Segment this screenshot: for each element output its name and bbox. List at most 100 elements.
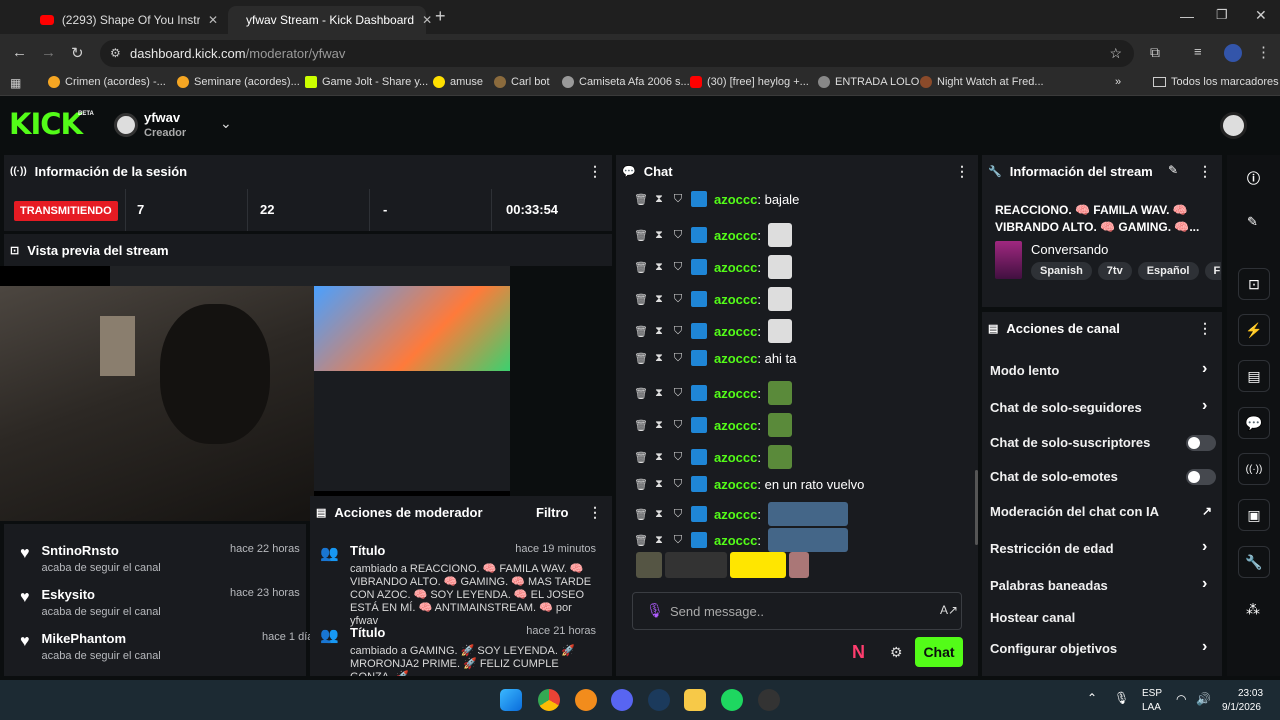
chat-username[interactable]: azoccc (714, 192, 757, 207)
hourglass-icon[interactable]: ⧗ (653, 508, 665, 521)
forward-icon[interactable]: → (41, 44, 56, 61)
chevron-right-icon[interactable]: › (1202, 397, 1207, 415)
hourglass-icon[interactable]: ⧗ (653, 534, 665, 547)
chevron-right-icon[interactable]: › (1202, 538, 1207, 556)
toggle-switch[interactable] (1186, 435, 1216, 451)
site-info-icon[interactable]: ⚙ (110, 46, 121, 60)
chat-toggle-button[interactable]: 💬 (1238, 407, 1270, 439)
window-close-icon[interactable]: ✕ (1255, 7, 1267, 24)
category-name[interactable]: Conversando (1031, 242, 1108, 257)
more-options-icon[interactable]: ⋮ (1198, 320, 1212, 337)
channel-action-5[interactable]: Moderación del chat con IA (990, 504, 1159, 519)
more-options-icon[interactable]: ⋮ (1198, 163, 1212, 180)
bookmark-item[interactable]: Game Jolt - Share y... (305, 76, 428, 88)
bookmark-item[interactable]: Seminare (acordes)... (177, 76, 300, 88)
bookmark-item[interactable]: amuse (433, 76, 483, 88)
reload-icon[interactable]: ↻ (71, 44, 84, 62)
bookmark-item[interactable]: ENTRADA LOLO (818, 76, 919, 88)
clock-time[interactable]: 23:03 (1238, 688, 1263, 699)
external-link-icon[interactable]: ↗ (1202, 504, 1212, 518)
user-avatar[interactable] (1220, 112, 1247, 139)
pencil-icon[interactable]: ✎ (1247, 214, 1258, 230)
emote-image[interactable] (730, 552, 786, 578)
channel-action-8[interactable]: Hostear canal (990, 610, 1075, 625)
shield-icon[interactable]: ⛉ (672, 229, 684, 242)
file-explorer-icon[interactable] (684, 689, 706, 711)
shield-icon[interactable]: ⛉ (672, 193, 684, 206)
tag[interactable]: 7tv (1097, 262, 1132, 280)
filter-button[interactable]: Filtro (536, 505, 569, 520)
channel-action-7[interactable]: Palabras baneadas (990, 578, 1108, 593)
preview-toggle-button[interactable]: ⊡ (1238, 268, 1270, 300)
hourglass-icon[interactable]: ⧗ (653, 229, 665, 242)
media-icon[interactable]: ≡ (1194, 44, 1202, 59)
trash-icon[interactable]: 🗑 (634, 229, 648, 242)
chevron-right-icon[interactable]: › (1202, 638, 1207, 656)
bookmark-item[interactable]: Carl bot (494, 76, 550, 88)
chat-username[interactable]: azoccc (714, 260, 757, 275)
bookmark-item[interactable]: Camiseta Afa 2006 s... (562, 76, 690, 88)
tag[interactable]: Spanish (1031, 262, 1092, 280)
apps-grid-icon[interactable]: ▦ (10, 76, 21, 90)
trash-icon[interactable]: 🗑 (634, 325, 648, 338)
chat-username[interactable]: azoccc (714, 450, 757, 465)
trash-icon[interactable]: 🗑 (634, 508, 648, 521)
channel-action-1[interactable]: Modo lento (990, 363, 1059, 378)
channel-action-3[interactable]: Chat de solo-suscriptores (990, 435, 1150, 450)
discord-icon[interactable] (611, 689, 633, 711)
mod-log-button[interactable]: ▤ (1238, 360, 1270, 392)
close-icon[interactable]: ✕ (422, 13, 432, 27)
shield-icon[interactable]: ⛉ (672, 451, 684, 464)
more-options-icon[interactable]: ⋮ (588, 504, 602, 521)
add-widget-icon[interactable]: ⁂ (1246, 601, 1260, 618)
chat-username[interactable]: azoccc (714, 351, 757, 366)
stream-info-toggle-button[interactable]: 🔧 (1238, 546, 1270, 578)
maximize-icon[interactable]: ❐ (1216, 7, 1228, 23)
nightbot-icon[interactable]: N (852, 642, 865, 663)
trash-icon[interactable]: 🗑 (634, 293, 648, 306)
steam-icon[interactable] (648, 689, 670, 711)
chat-username[interactable]: azoccc (714, 477, 757, 492)
address-bar[interactable]: ⚙ dashboard.kick.com/moderator/yfwav ☆ (100, 40, 1134, 67)
windows-start-icon[interactable] (500, 689, 522, 711)
keyboard-lang[interactable]: ESP (1142, 688, 1162, 699)
tab-youtube[interactable]: (2293) Shape Of You Instrumen ✕ (30, 6, 228, 34)
hourglass-icon[interactable]: ⧗ (653, 451, 665, 464)
channel-action-6[interactable]: Restricción de edad (990, 541, 1114, 556)
microphone-icon[interactable]: 🎙 (646, 602, 664, 619)
trash-icon[interactable]: 🗑 (634, 534, 648, 547)
chat-username[interactable]: azoccc (714, 418, 757, 433)
layout-button[interactable]: ▣ (1238, 499, 1270, 531)
all-bookmarks-folder[interactable]: Todos los marcadores (1153, 76, 1279, 88)
quick-actions-button[interactable]: ⚡ (1238, 314, 1270, 346)
chevron-right-icon[interactable]: › (1202, 575, 1207, 593)
gear-icon[interactable]: ⚙ (890, 644, 903, 661)
trash-icon[interactable]: 🗑 (634, 478, 648, 491)
channel-action-9[interactable]: Configurar objetivos (990, 641, 1117, 656)
new-tab-button[interactable]: + (435, 6, 446, 27)
trash-icon[interactable]: 🗑 (634, 193, 648, 206)
close-icon[interactable]: ✕ (208, 13, 218, 27)
browser-menu-icon[interactable]: ⋮ (1256, 43, 1271, 61)
hourglass-icon[interactable]: ⧗ (653, 478, 665, 491)
hourglass-icon[interactable]: ⧗ (653, 387, 665, 400)
emote-image[interactable] (789, 552, 809, 578)
kick-logo[interactable]: KICK (9, 107, 83, 141)
trash-icon[interactable]: 🗑 (634, 451, 648, 464)
chat-send-button[interactable]: Chat (915, 637, 963, 667)
back-icon[interactable]: ← (12, 44, 27, 61)
chat-username[interactable]: azoccc (714, 292, 757, 307)
chat-username[interactable]: azoccc (714, 533, 757, 548)
hourglass-icon[interactable]: ⧗ (653, 193, 665, 206)
trash-icon[interactable]: 🗑 (634, 419, 648, 432)
trash-icon[interactable]: 🗑 (634, 387, 648, 400)
trash-icon[interactable]: 🗑 (634, 352, 648, 365)
chat-username[interactable]: azoccc (714, 228, 757, 243)
microphone-icon[interactable]: 🎙 (1114, 691, 1129, 705)
hourglass-icon[interactable]: ⧗ (653, 261, 665, 274)
minimize-icon[interactable]: — (1180, 8, 1194, 24)
obs-icon[interactable] (758, 689, 780, 711)
chevron-right-icon[interactable]: › (1202, 360, 1207, 378)
chrome-icon[interactable] (538, 689, 560, 711)
chat-input[interactable]: 🎙 Send message.. A↗ (632, 592, 962, 630)
